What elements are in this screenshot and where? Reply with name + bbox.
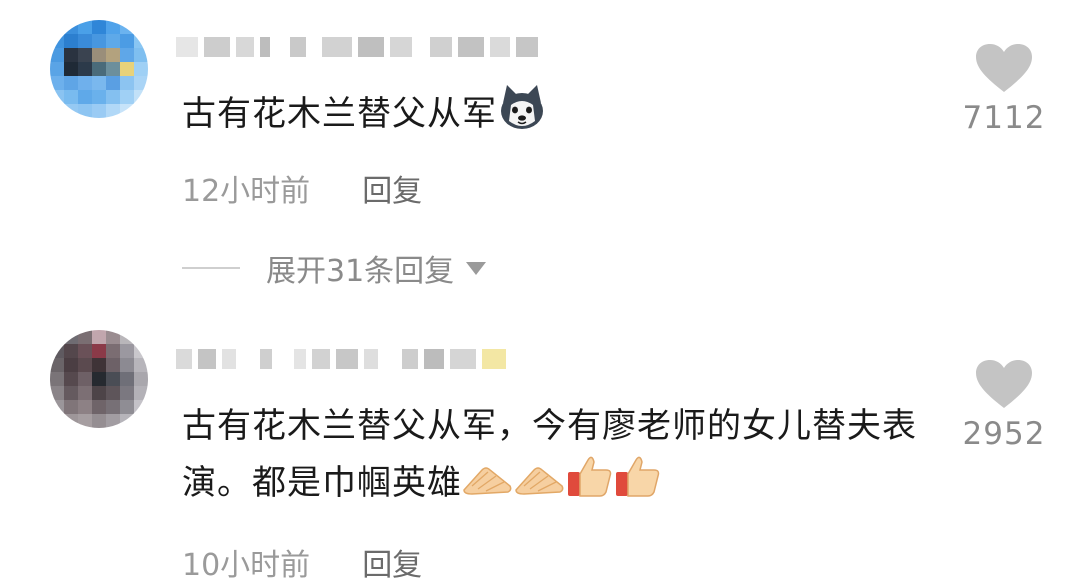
comment-meta: 10小时前 回复 — [182, 540, 422, 584]
divider-line — [182, 267, 240, 269]
clapping-hands-emoji — [514, 456, 566, 513]
comment-meta: 12小时前 回复 — [182, 166, 422, 210]
thumbs-up-emoji — [614, 454, 662, 515]
comment-text: 古有花木兰替父从军 — [182, 83, 922, 148]
husky-dog-emoji — [497, 83, 547, 148]
comment-text: 古有花木兰替父从军，今有廖老师的女儿替夫表演。都是巾帼英雄 — [182, 398, 922, 515]
like-count: 2952 — [962, 416, 1046, 452]
avatar[interactable] — [50, 20, 148, 118]
username-blurred[interactable] — [176, 346, 506, 372]
avatar[interactable] — [50, 330, 148, 428]
clapping-hands-emoji — [462, 456, 514, 513]
like-button[interactable]: 7112 — [959, 44, 1049, 136]
comment-time: 12小时前 — [182, 174, 311, 209]
like-button[interactable]: 2952 — [959, 360, 1049, 452]
comment-time: 10小时前 — [182, 548, 311, 583]
heart-icon — [976, 360, 1032, 408]
expand-replies-button[interactable]: 展开31条回复 — [182, 246, 487, 290]
chevron-down-icon — [466, 261, 487, 275]
expand-replies-label: 展开31条回复 — [266, 254, 455, 289]
reply-button[interactable]: 回复 — [362, 166, 422, 210]
username-blurred[interactable] — [176, 34, 538, 60]
like-count: 7112 — [962, 100, 1046, 136]
thumbs-up-emoji — [566, 454, 614, 515]
comment-text-content: 古有花木兰替父从军 — [182, 94, 497, 134]
reply-button[interactable]: 回复 — [362, 540, 422, 584]
heart-icon — [976, 44, 1032, 92]
